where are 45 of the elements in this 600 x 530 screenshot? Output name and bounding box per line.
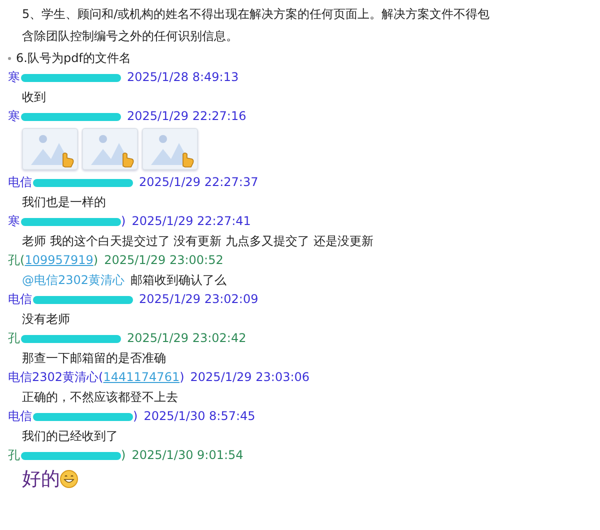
timestamp: 2025/1/29 23:03:06 bbox=[190, 369, 310, 386]
timestamp: 2025/1/29 23:02:42 bbox=[127, 330, 246, 347]
sender-name: 电信 bbox=[8, 174, 32, 191]
timestamp: 2025/1/29 23:02:09 bbox=[139, 291, 258, 308]
timestamp: 2025/1/29 23:00:52 bbox=[104, 252, 224, 269]
message-text: 收到 bbox=[21, 89, 47, 106]
image-placeholder-icon[interactable] bbox=[82, 128, 138, 170]
paren: ) bbox=[133, 408, 138, 425]
message-text: 正确的，不然应该都登不上去 bbox=[21, 389, 179, 406]
message-text: 我们也是一样的 bbox=[21, 194, 107, 211]
timestamp: 2025/1/30 8:57:45 bbox=[144, 408, 256, 425]
bullet-icon bbox=[8, 56, 11, 60]
message-text: 好的 bbox=[22, 467, 60, 492]
sender-name: 孔 bbox=[8, 447, 20, 464]
mention-link[interactable]: @电信2302黄清心 bbox=[22, 273, 125, 287]
message-text: 5、学生、顾问和/或机构的姓名不得出现在解决方案的任何页面上。解决方案文件不得包含除团队控制编号之外的任何识别信息。 bbox=[21, 6, 491, 45]
image-placeholder-icon[interactable] bbox=[22, 128, 78, 170]
message-text: 我们的已经收到了 bbox=[21, 428, 119, 445]
qq-number-link[interactable]: 1441174761 bbox=[103, 369, 180, 386]
image-placeholder-icon[interactable] bbox=[142, 128, 198, 170]
paren: ( bbox=[98, 369, 104, 386]
message-text: 没有老师 bbox=[21, 311, 71, 328]
paren: ) bbox=[93, 252, 98, 269]
timestamp: 2025/1/30 9:01:54 bbox=[132, 447, 244, 464]
message-text: 老师 我的这个白天提交过了 没有更新 九点多又提交了 还是没更新 bbox=[21, 233, 374, 250]
sender-name: 寒 bbox=[8, 108, 20, 125]
sender-name: 孔 bbox=[8, 252, 20, 269]
sender-name: 寒 bbox=[8, 213, 20, 230]
paren: ) bbox=[121, 213, 126, 230]
sender-name: 寒 bbox=[8, 69, 20, 86]
sender-name: 孔 bbox=[8, 330, 20, 347]
qq-number-link[interactable]: 109957919 bbox=[24, 252, 94, 269]
paren: ( bbox=[20, 252, 25, 269]
message-text: 邮箱收到确认了么 bbox=[130, 273, 227, 287]
paren: ) bbox=[180, 369, 184, 386]
timestamp: 2025/1/29 22:27:16 bbox=[127, 108, 246, 125]
message-text: 那查一下邮箱留的是否准确 bbox=[21, 350, 167, 367]
timestamp: 2025/1/29 22:27:41 bbox=[132, 213, 251, 230]
paren: ) bbox=[121, 447, 126, 464]
sender-name: 电信 bbox=[8, 408, 32, 425]
sender-name: 电信2302黄清心 bbox=[8, 369, 99, 386]
sender-name: 电信 bbox=[8, 291, 32, 308]
timestamp: 2025/1/29 22:27:37 bbox=[139, 174, 258, 191]
timestamp: 2025/1/28 8:49:13 bbox=[127, 69, 239, 86]
message-text: 6.队号为pdf的文件名 bbox=[16, 50, 131, 67]
